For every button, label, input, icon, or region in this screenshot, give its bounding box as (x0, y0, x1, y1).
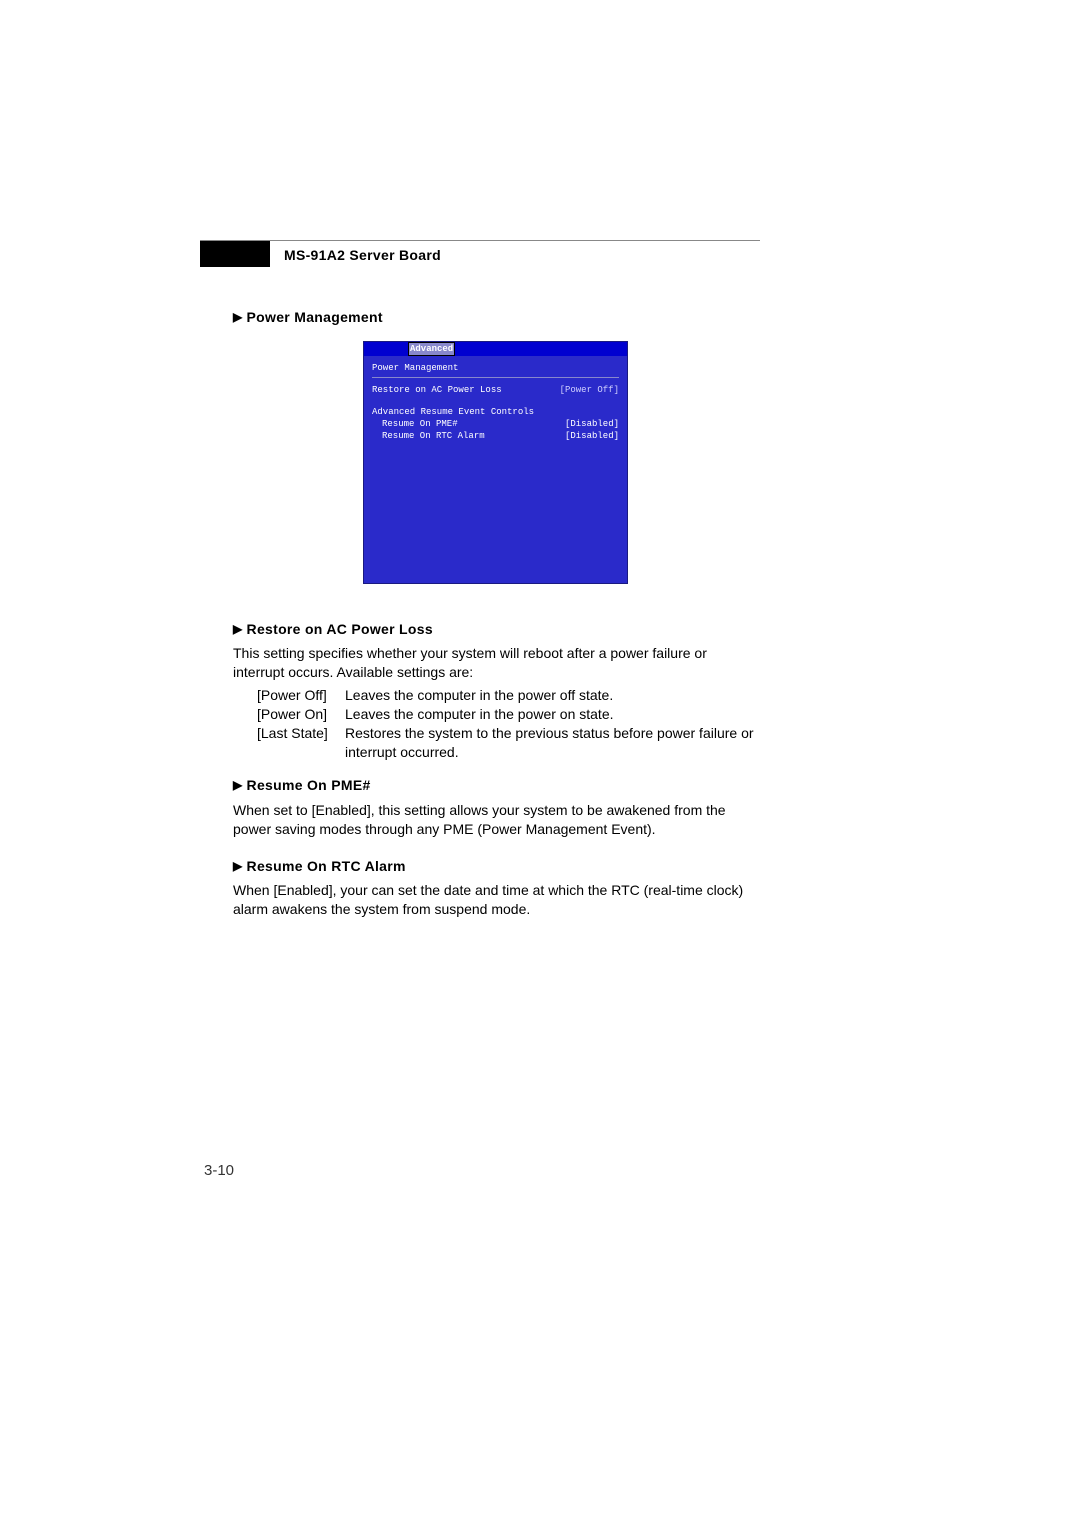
option-key: [Power Off] (233, 686, 333, 705)
option-desc: Restores the system to the previous stat… (333, 724, 758, 762)
bios-tab-advanced: Advanced (409, 343, 454, 355)
bios-group-label: Advanced Resume Event Controls (372, 406, 619, 418)
header-top-rule (200, 240, 760, 241)
bios-screenshot: Advanced Power Management Restore on AC … (363, 341, 628, 584)
bios-row-restore: Restore on AC Power Loss [Power Off] (372, 384, 619, 396)
option-key: [Last State] (233, 724, 333, 762)
restore-description: This setting specifies whether your syst… (233, 644, 758, 682)
bios-divider (372, 377, 619, 378)
rtc-description: When [Enabled], your can set the date an… (233, 881, 758, 919)
bios-tabbar: Advanced (364, 342, 627, 356)
page-number: 3-10 (204, 1162, 234, 1179)
bios-label: Resume On RTC Alarm (382, 430, 485, 442)
bios-label: Resume On PME# (382, 418, 458, 430)
section-title: Resume On RTC Alarm (247, 858, 406, 874)
bios-body: Power Management Restore on AC Power Los… (364, 356, 627, 583)
option-key: [Power On] (233, 705, 333, 724)
triangle-icon: ▶ (233, 777, 243, 793)
bios-value: [Disabled] (565, 418, 619, 430)
bios-label: Restore on AC Power Loss (372, 384, 502, 396)
option-desc: Leaves the computer in the power off sta… (333, 686, 758, 705)
bios-row-rtc: Resume On RTC Alarm [Disabled] (372, 430, 619, 442)
page-content: ▶Power Management Advanced Power Managem… (233, 308, 758, 923)
section-resume-pme: ▶Resume On PME# (233, 776, 758, 795)
bios-value: [Power Off] (560, 384, 619, 396)
section-title: Power Management (247, 309, 383, 325)
section-resume-rtc: ▶Resume On RTC Alarm (233, 857, 758, 876)
bios-screen-title: Power Management (372, 362, 619, 374)
section-power-management: ▶Power Management (233, 308, 758, 327)
section-title: Resume On PME# (247, 777, 371, 793)
triangle-icon: ▶ (233, 858, 243, 874)
option-row: [Last State] Restores the system to the … (233, 724, 758, 762)
option-desc: Leaves the computer in the power on stat… (333, 705, 758, 724)
bios-row-pme: Resume On PME# [Disabled] (372, 418, 619, 430)
section-title: Restore on AC Power Loss (247, 621, 433, 637)
section-restore-ac: ▶Restore on AC Power Loss (233, 620, 758, 639)
pme-description: When set to [Enabled], this setting allo… (233, 801, 758, 839)
header-black-block (200, 241, 270, 267)
triangle-icon: ▶ (233, 621, 243, 637)
bios-value: [Disabled] (565, 430, 619, 442)
triangle-icon: ▶ (233, 309, 243, 325)
option-row: [Power On] Leaves the computer in the po… (233, 705, 758, 724)
option-row: [Power Off] Leaves the computer in the p… (233, 686, 758, 705)
board-title: MS-91A2 Server Board (284, 247, 441, 263)
